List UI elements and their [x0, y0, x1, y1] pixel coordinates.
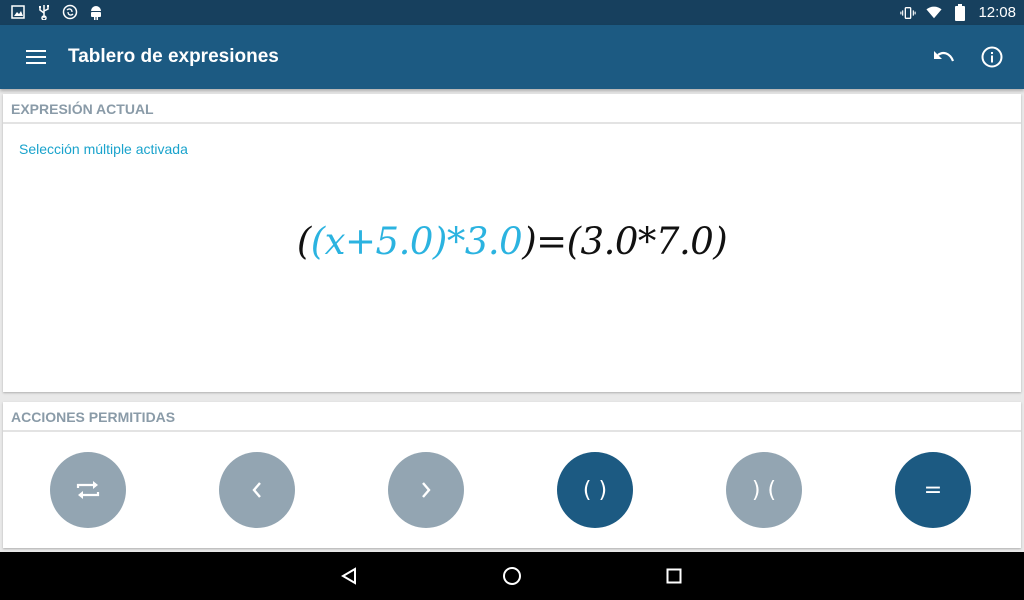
expression-part[interactable]: )=(3.0*7.0) — [522, 220, 728, 263]
back-button[interactable] — [337, 564, 361, 588]
multi-select-note: Selección múltiple activada — [19, 141, 188, 157]
app-bar: Tablero de expresiones — [0, 25, 1024, 89]
recents-icon — [666, 568, 682, 584]
allowed-actions-header: ACCIONES PERMITIDAS — [3, 402, 1021, 432]
swap-button[interactable] — [50, 452, 126, 528]
expression-part[interactable]: ( — [297, 220, 311, 263]
expression-part-selected[interactable]: (x+5.0)*3.0 — [311, 220, 523, 263]
info-icon — [981, 46, 1003, 68]
add-parentheses-button[interactable]: ( ) — [557, 452, 633, 528]
move-right-button[interactable] — [388, 452, 464, 528]
swap-icon — [76, 481, 100, 499]
navigation-bar — [0, 552, 1024, 600]
back-icon — [341, 567, 356, 585]
android-icon — [88, 4, 104, 20]
home-button[interactable] — [500, 564, 524, 588]
actions-row: ( ) ) ( = — [3, 452, 1021, 528]
battery-icon — [952, 4, 968, 21]
recents-button[interactable] — [662, 564, 686, 588]
image-icon — [10, 4, 26, 20]
equals-button[interactable]: = — [895, 452, 971, 528]
current-expression-header: EXPRESIÓN ACTUAL — [3, 94, 1021, 124]
usb-icon — [36, 4, 52, 20]
status-bar: 12:08 — [0, 0, 1024, 25]
info-button[interactable] — [974, 41, 1010, 73]
menu-button[interactable] — [18, 41, 54, 73]
allowed-actions-card: ACCIONES PERMITIDAS ( ) ) ( = — [3, 402, 1021, 548]
current-expression-card: EXPRESIÓN ACTUAL Selección múltiple acti… — [3, 94, 1021, 392]
app-title: Tablero de expresiones — [68, 46, 279, 67]
sync-icon — [62, 4, 78, 20]
wifi-icon — [926, 5, 943, 21]
undo-button[interactable] — [926, 41, 962, 73]
move-left-button[interactable] — [219, 452, 295, 528]
expression-display[interactable]: ((x+5.0)*3.0)=(3.0*7.0) — [3, 220, 1021, 263]
status-right-icons: 12:08 — [900, 3, 1016, 22]
vibrate-icon — [900, 5, 917, 21]
undo-icon — [934, 51, 955, 62]
status-time: 12:08 — [978, 4, 1016, 21]
chevron-left-icon — [252, 482, 261, 498]
home-icon — [503, 567, 521, 585]
status-left-icons — [10, 4, 104, 20]
menu-icon — [26, 50, 46, 64]
remove-parentheses-button[interactable]: ) ( — [726, 452, 802, 528]
chevron-right-icon — [422, 482, 431, 498]
